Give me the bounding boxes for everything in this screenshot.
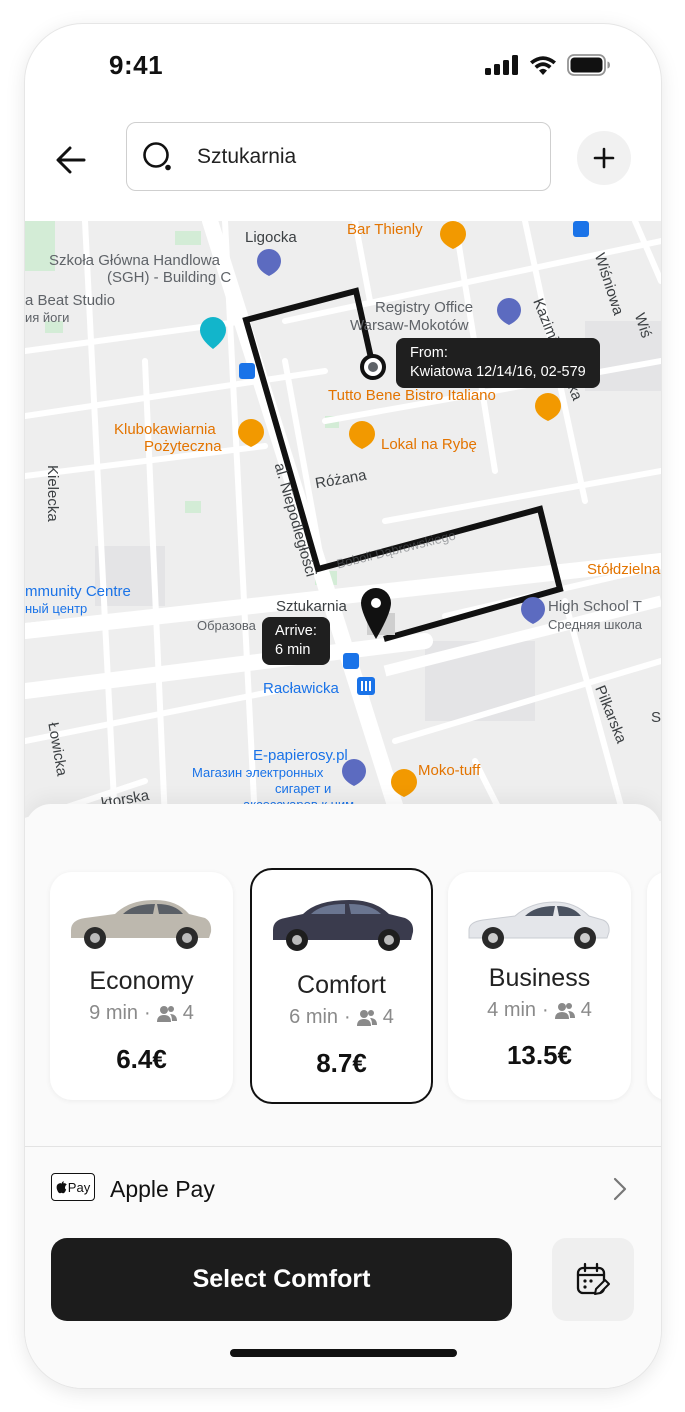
ride-option-meta: 6 min · 4 [289,1006,394,1028]
ride-option-business[interactable]: Business 4 min · 4 13.5€ [448,872,631,1100]
ride-option-seats: 4 [580,999,592,1021]
payment-method-label: Apple Pay [110,1176,215,1202]
map-label: Pożyteczna [144,438,222,455]
map-label: Sztukarnia [276,598,347,615]
route-map[interactable]: Ligocka Bar Thienly Wiśniowa Szkoła Głów… [25,221,661,821]
battery-icon [567,54,610,76]
map-label: Lokal na Rybę [381,436,477,453]
map-label: Образова [197,618,256,633]
ride-option-economy[interactable]: Economy 9 min · 4 6.4€ [50,872,233,1100]
ride-option-eta: 6 min [289,1006,339,1028]
apple-pay-badge: Pay [51,1173,95,1201]
map-label: Stółdzielna [587,561,661,578]
map-label: Klubokawiarnia [114,421,216,438]
arrive-tooltip-eta: 6 min [275,642,311,658]
ride-option-meta: 9 min · 4 [89,1002,194,1024]
map-label: Registry Office [375,299,474,316]
map-label: Магазин электронных [192,765,324,780]
map-poi-icons [200,221,589,797]
map-label: Racławicka [263,680,339,697]
ride-option-eta: 4 min [487,999,537,1021]
payment-method-selector[interactable]: Pay Apple Pay [25,1147,661,1233]
search-input[interactable] [195,143,499,170]
passengers-icon [156,1005,177,1022]
map-label: High School T [548,598,642,615]
map-label: a Beat Studio [25,292,116,309]
map-label: Warsaw-Mokotów [350,317,469,334]
suv-car-icon [273,900,414,951]
ride-option-meta: 4 min · 4 [487,999,592,1021]
map-label: сигарет и [275,781,332,796]
from-tooltip: From: Kwiatowa 12/14/16, 02-579 [396,338,600,388]
phone-screen: 9:41 Sztukarnia Ligocka Bar Thienly Wiśn… [25,24,661,1388]
cellular-signal-icon [485,55,518,75]
map-label: Szkoła Główna Handlowa [49,252,220,269]
ride-options-sheet: Economy 9 min · 4 6.4€ Comfort 6 min · 4… [25,804,661,1388]
map-label: Ligocka [245,229,297,246]
ride-options-list[interactable]: Economy 9 min · 4 6.4€ Comfort 6 min · 4… [50,868,661,1112]
map-label: E-papierosy.pl [253,747,348,764]
passengers-icon [554,1002,575,1019]
ride-option-seats: 4 [382,1006,394,1028]
ride-option-eta: 9 min [89,1002,139,1024]
status-icons [485,54,611,76]
from-tooltip-title: From: [410,345,448,361]
passengers-icon [356,1009,377,1026]
from-tooltip-address: Kwiatowa 12/14/16, 02-579 [410,364,586,380]
map-label: ия йоги [25,310,70,325]
ride-option-price: 8.7€ [316,1048,367,1078]
map-label: Tutto Bene Bistro Italiano [328,387,496,404]
coupe-car-icon [468,901,610,949]
back-button[interactable] [53,142,89,178]
sedan-car-icon [71,900,212,949]
select-ride-button[interactable]: Select Comfort [51,1238,512,1321]
map-label: mmunity Centre [25,583,131,600]
plus-icon [593,147,615,169]
arrive-tooltip-title: Arrive: [275,623,317,639]
arrive-tooltip: Arrive: 6 min [262,617,330,665]
map-label: Bar Thienly [347,221,423,238]
search-icon [143,141,171,170]
arrow-left-icon [56,146,86,174]
apple-pay-badge-text: Pay [67,1179,91,1195]
map-label: Moko-tuff [418,762,481,779]
calendar-edit-icon [576,1262,610,1295]
map-label: Средняя школа [548,617,643,632]
ride-option-more[interactable] [647,872,661,1100]
ride-option-price: 13.5€ [506,1040,573,1070]
search-field-container [126,122,551,191]
map-label: S [651,709,661,726]
ride-option-comfort[interactable]: Comfort 6 min · 4 8.7€ [250,868,433,1104]
ride-option-name: Economy [89,967,194,995]
chevron-right-icon [613,1177,627,1201]
ride-option-seats: 4 [182,1002,194,1024]
map-label: ный центр [25,601,88,616]
ride-option-name: Business [488,964,591,992]
apple-logo-icon [56,1180,67,1193]
map-label: (SGH) - Building C [107,269,232,286]
map-label: Kielecka [44,465,61,522]
add-stop-button[interactable] [577,131,631,185]
ride-option-name: Comfort [297,971,386,999]
status-time: 9:41 [109,50,164,80]
ride-option-price: 6.4€ [116,1044,167,1074]
home-indicator[interactable] [230,1349,457,1357]
wifi-icon [530,55,556,75]
schedule-ride-button[interactable] [552,1238,634,1321]
